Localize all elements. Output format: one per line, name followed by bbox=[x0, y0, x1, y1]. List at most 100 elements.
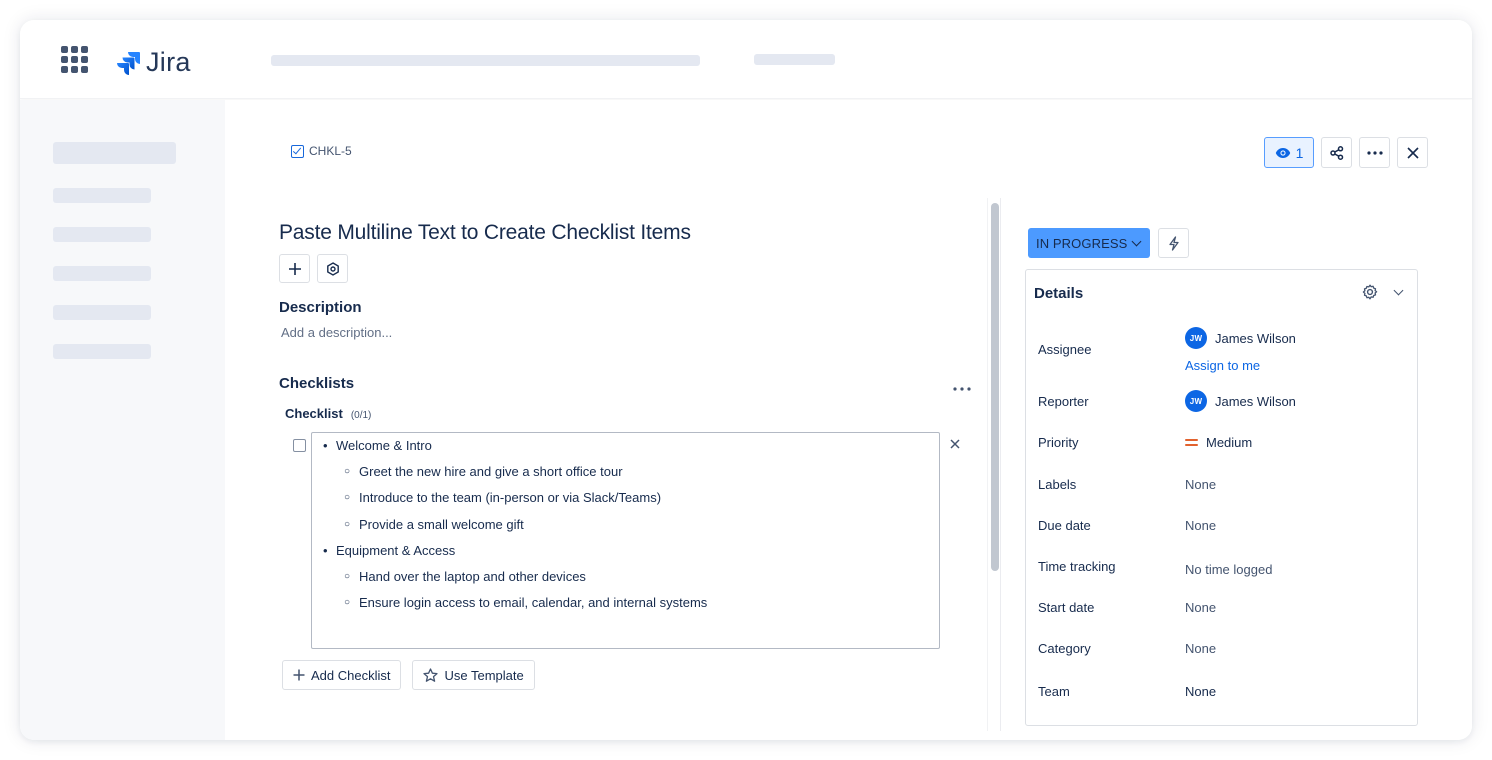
plus-icon bbox=[293, 669, 305, 681]
sidebar-skeleton-item bbox=[53, 344, 151, 359]
reporter-field[interactable]: JW James Wilson bbox=[1185, 390, 1296, 412]
priority-label: Priority bbox=[1038, 435, 1079, 450]
time-tracking-label: Time tracking bbox=[1038, 559, 1116, 574]
jira-logo-icon bbox=[117, 51, 140, 75]
bullet: • bbox=[323, 438, 328, 453]
watchers-count: 1 bbox=[1295, 144, 1304, 161]
add-checklist-button[interactable]: Add Checklist bbox=[282, 660, 402, 690]
chevron-down-icon bbox=[1131, 236, 1142, 246]
add-button[interactable] bbox=[279, 254, 310, 283]
close-icon bbox=[950, 439, 960, 449]
checklist-actions: Add Checklist Use Template bbox=[282, 660, 535, 690]
description-heading: Description bbox=[279, 299, 362, 316]
list-item: ○ Ensure login access to email, calendar,… bbox=[344, 595, 708, 611]
watch-button[interactable]: 1 bbox=[1264, 137, 1314, 168]
checklist-progress: (0/1) bbox=[350, 410, 372, 421]
category-label: Category bbox=[1038, 641, 1091, 656]
lightning-icon bbox=[1168, 235, 1179, 251]
close-issue-button[interactable] bbox=[1397, 137, 1428, 168]
checklists-more-button[interactable] bbox=[953, 375, 971, 396]
start-date-label: Start date bbox=[1038, 600, 1095, 615]
assignee-field[interactable]: JW James Wilson bbox=[1185, 327, 1296, 349]
scrollbar-thumb[interactable] bbox=[991, 203, 999, 571]
issue-view: CHKL-5 1 Paste Multiline Text to Create … bbox=[225, 100, 1472, 740]
checklist-item-editor[interactable]: • Welcome & Intro ○ Greet the new hire and… bbox=[311, 432, 940, 649]
issue-key-link[interactable]: CHKL-5 bbox=[291, 144, 352, 158]
jira-logo[interactable]: Jira bbox=[115, 47, 191, 78]
close-icon bbox=[1406, 146, 1419, 159]
issue-title[interactable]: Paste Multiline Text to Create Checklist… bbox=[279, 221, 691, 245]
team-label: Team bbox=[1038, 684, 1070, 699]
description-field[interactable]: Add a description... bbox=[281, 325, 392, 340]
checklists-heading: Checklists bbox=[279, 375, 355, 392]
eye-icon bbox=[1275, 147, 1290, 158]
task-type-icon bbox=[291, 144, 304, 158]
top-navigation: Jira bbox=[20, 20, 1472, 99]
scrollbar[interactable] bbox=[987, 198, 1001, 731]
star-icon bbox=[423, 667, 439, 682]
priority-medium-icon bbox=[1185, 438, 1198, 447]
bullet: ○ bbox=[344, 492, 351, 504]
list-item: ○ Provide a small welcome gift bbox=[344, 516, 524, 532]
sidebar-skeleton-item bbox=[53, 227, 151, 242]
nav-skeleton bbox=[754, 54, 835, 65]
list-item: ○ Introduce to the team (in-person or via… bbox=[344, 490, 662, 506]
bullet: ○ bbox=[344, 518, 351, 530]
issue-key: CHKL-5 bbox=[309, 144, 352, 158]
sidebar-skeleton-item bbox=[53, 188, 151, 203]
jira-logo-text: Jira bbox=[146, 47, 191, 77]
team-field[interactable]: None bbox=[1185, 684, 1216, 699]
sidebar-skeleton-item bbox=[53, 305, 151, 320]
status-dropdown[interactable]: IN PROGRESS bbox=[1028, 228, 1151, 258]
sidebar-skeleton-header bbox=[53, 142, 176, 164]
list-item: ○ Hand over the laptop and other devices bbox=[344, 568, 586, 584]
checklist-name[interactable]: Checklist bbox=[285, 406, 343, 421]
sidebar-skeleton-item bbox=[53, 266, 151, 281]
chevron-down-icon[interactable] bbox=[1393, 285, 1404, 296]
automation-button[interactable] bbox=[1158, 228, 1189, 258]
checklist-header: Checklist (0/1) bbox=[285, 406, 371, 421]
hexagon-settings-icon bbox=[326, 261, 339, 276]
use-template-button[interactable]: Use Template bbox=[412, 660, 535, 690]
start-date-field[interactable]: None bbox=[1185, 600, 1216, 615]
avatar: JW bbox=[1185, 327, 1207, 349]
reporter-name: James Wilson bbox=[1215, 393, 1296, 409]
more-icon bbox=[1366, 150, 1383, 155]
avatar: JW bbox=[1185, 390, 1207, 412]
issue-actions: 1 bbox=[1264, 137, 1428, 168]
reporter-label: Reporter bbox=[1038, 394, 1089, 409]
list-item: ○ Greet the new hire and give a short off… bbox=[344, 464, 623, 480]
time-tracking-field[interactable]: No time logged bbox=[1185, 562, 1272, 577]
category-field[interactable]: None bbox=[1185, 641, 1216, 656]
due-date-label: Due date bbox=[1038, 518, 1091, 533]
app-window: Jira CHKL-5 1 Paste Multiline Text to Cr… bbox=[20, 20, 1472, 740]
apps-button[interactable] bbox=[317, 254, 348, 283]
bullet: ○ bbox=[344, 466, 351, 478]
cancel-edit-button[interactable] bbox=[950, 436, 960, 454]
labels-label: Labels bbox=[1038, 477, 1077, 492]
list-item: • Equipment & Access bbox=[323, 542, 456, 558]
title-actions bbox=[279, 254, 348, 283]
share-button[interactable] bbox=[1321, 137, 1352, 168]
sidebar bbox=[20, 100, 225, 740]
status-label: IN PROGRESS bbox=[1036, 235, 1128, 251]
checklist-item-checkbox[interactable] bbox=[293, 439, 306, 452]
list-item: • Welcome & Intro bbox=[323, 438, 432, 453]
assignee-name: James Wilson bbox=[1215, 330, 1296, 346]
bullet: • bbox=[323, 542, 328, 558]
assign-to-me-link[interactable]: Assign to me bbox=[1185, 358, 1260, 373]
due-date-field[interactable]: None bbox=[1185, 518, 1216, 533]
details-heading[interactable]: Details bbox=[1034, 285, 1083, 302]
share-icon bbox=[1329, 145, 1343, 160]
bullet: ○ bbox=[344, 570, 351, 582]
search-skeleton bbox=[271, 55, 700, 66]
plus-icon bbox=[288, 262, 301, 275]
app-switcher-icon[interactable] bbox=[61, 46, 89, 74]
labels-field[interactable]: None bbox=[1185, 477, 1216, 492]
details-panel: Details Assignee JW James Wilson Assign … bbox=[1025, 269, 1418, 726]
priority-field[interactable]: Medium bbox=[1185, 435, 1252, 450]
gear-icon[interactable] bbox=[1361, 283, 1379, 301]
priority-value: Medium bbox=[1206, 435, 1253, 450]
more-actions-button[interactable] bbox=[1359, 137, 1390, 168]
more-icon bbox=[953, 387, 971, 391]
